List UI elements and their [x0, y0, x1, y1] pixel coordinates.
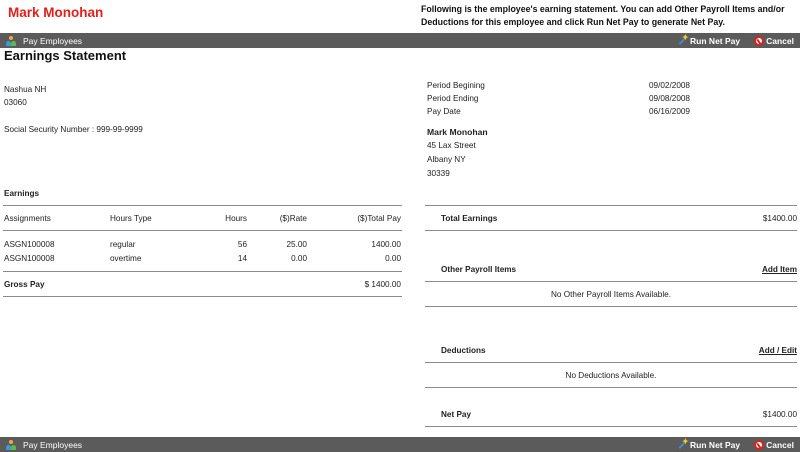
employer-zip: 03060 — [4, 98, 27, 107]
earnings-row-2-assignment: ASGN100008 — [4, 254, 55, 263]
period-begin-value: 09/02/2008 — [649, 81, 690, 90]
page-title: Earnings Statement — [4, 48, 127, 63]
deductions-label: Deductions — [441, 346, 486, 355]
gross-pay-label: Gross Pay — [4, 280, 45, 289]
employee-address-street: 45 Lax Street — [427, 141, 476, 150]
cancel-label-bottom: Cancel — [766, 439, 794, 450]
earnings-header-divider — [3, 230, 402, 231]
summary-top-divider — [425, 205, 797, 206]
pay-employees-breadcrumb-bottom[interactable]: Pay Employees — [6, 437, 82, 452]
other-items-bottom-divider — [425, 306, 797, 307]
employee-address-zip: 30339 — [427, 169, 450, 178]
top-toolbar: Pay Employees ✦ Run Net Pay Cancel — [0, 33, 800, 48]
col-header-total-pay: ($)Total Pay — [357, 214, 401, 223]
earnings-section-label: Earnings — [4, 189, 40, 198]
pay-date-label: Pay Date — [427, 107, 461, 116]
earnings-row-2-hours: 14 — [237, 254, 247, 263]
earnings-row-1-hours-type: regular — [110, 240, 136, 249]
earnings-row-2-hours-type: overtime — [110, 254, 142, 263]
people-icon — [6, 439, 16, 450]
magic-wand-icon: ✦ — [677, 437, 689, 450]
no-deductions-message: No Deductions Available. — [565, 371, 657, 380]
instructions-text: Following is the employee's earning stat… — [421, 4, 785, 27]
add-item-link[interactable]: Add Item — [700, 265, 797, 274]
people-icon — [6, 35, 16, 46]
net-pay-divider — [425, 426, 797, 427]
employee-name-heading: Mark Monohan — [8, 5, 104, 20]
run-net-pay-label-bottom: Run Net Pay — [690, 439, 741, 450]
earnings-row-1-assignment: ASGN100008 — [4, 240, 55, 249]
pay-employees-label-bottom[interactable]: Pay Employees — [23, 440, 82, 450]
earnings-top-divider — [3, 205, 402, 206]
earnings-row-2-rate: 0.00 — [291, 254, 307, 263]
employer-city-state: Nashua NH — [4, 85, 47, 94]
ssn-row: Social Security Number : 999-99-9999 — [4, 125, 143, 134]
no-other-items-message: No Other Payroll Items Available. — [551, 290, 671, 299]
total-earnings-divider — [425, 230, 797, 231]
col-header-hours-type: Hours Type — [110, 214, 152, 223]
cancel-icon — [754, 439, 765, 450]
net-pay-value: $1400.00 — [762, 410, 797, 419]
ssn-value: 999-99-9999 — [96, 125, 143, 134]
employee-address-city-state: Albany NY — [427, 155, 466, 164]
col-header-assignments: Assignments — [4, 214, 51, 223]
other-payroll-items-label: Other Payroll Items — [441, 265, 517, 274]
net-pay-label: Net Pay — [441, 410, 472, 419]
col-header-hours: Hours — [225, 214, 247, 223]
total-earnings-value: $1400.00 — [762, 214, 797, 223]
period-end-value: 09/08/2008 — [649, 94, 690, 103]
add-edit-deductions-link[interactable]: Add / Edit — [700, 346, 797, 355]
earnings-row-1-hours: 56 — [237, 240, 247, 249]
cancel-button-bottom[interactable]: Cancel — [754, 439, 794, 450]
col-header-rate: ($)Rate — [279, 214, 307, 223]
cancel-label: Cancel — [766, 35, 794, 46]
run-net-pay-button[interactable]: ✦ Run Net Pay — [677, 33, 741, 46]
gross-pay-divider — [3, 296, 402, 297]
earnings-rows-divider — [3, 271, 402, 272]
employee-address-name: Mark Monohan — [427, 127, 488, 137]
deductions-divider — [425, 362, 797, 363]
earnings-row-1-total: 1400.00 — [371, 240, 401, 249]
cancel-icon — [754, 35, 765, 46]
cancel-button[interactable]: Cancel — [754, 35, 794, 46]
run-net-pay-button-bottom[interactable]: ✦ Run Net Pay — [677, 437, 741, 450]
earnings-row-2-total: 0.00 — [385, 254, 401, 263]
bottom-toolbar: Pay Employees ✦ Run Net Pay Cancel — [0, 437, 800, 452]
total-earnings-label: Total Earnings — [441, 214, 498, 223]
ssn-label: Social Security Number : — [4, 125, 95, 134]
pay-employees-breadcrumb[interactable]: Pay Employees — [6, 33, 82, 48]
period-end-label: Period Ending — [427, 94, 479, 103]
magic-wand-icon: ✦ — [677, 33, 689, 46]
earnings-row-1-rate: 25.00 — [286, 240, 308, 249]
run-net-pay-label: Run Net Pay — [690, 35, 741, 46]
pay-employees-label[interactable]: Pay Employees — [23, 36, 82, 46]
period-begin-label: Period Begining — [427, 81, 485, 90]
other-items-divider — [425, 281, 797, 282]
pay-date-value: 06/16/2009 — [649, 107, 690, 116]
gross-pay-value: $ 1400.00 — [364, 280, 401, 289]
deductions-bottom-divider — [425, 387, 797, 388]
